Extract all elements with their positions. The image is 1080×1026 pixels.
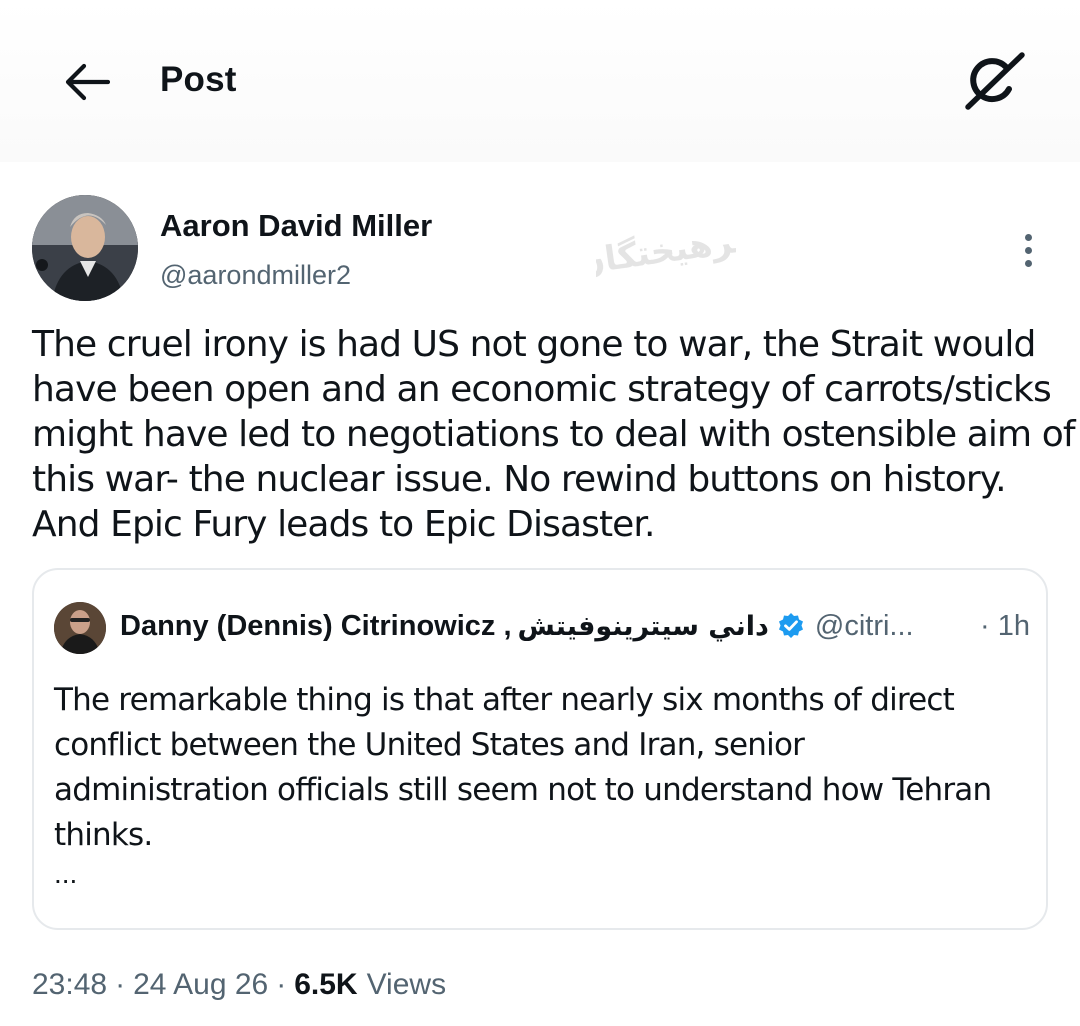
author-photo xyxy=(32,195,138,301)
author-avatar[interactable] xyxy=(32,195,138,301)
quote-timestamp[interactable]: · 1h xyxy=(980,610,1030,643)
tweet-text-line: might have led to negotiations to deal w… xyxy=(32,414,1076,455)
quote-author-photo xyxy=(54,602,106,654)
verified-badge-icon xyxy=(777,612,805,640)
top-bar: Post xyxy=(0,0,1080,162)
quote-text-line: conflict between the United States and I… xyxy=(54,727,805,763)
author-name[interactable]: Aaron David Miller xyxy=(160,208,432,244)
quote-text: The remarkable thing is that after nearl… xyxy=(54,678,1034,858)
tweet-text-line: The cruel irony is had US not gone to wa… xyxy=(32,324,1036,365)
more-options-button[interactable] xyxy=(1006,222,1050,278)
grok-icon xyxy=(965,52,1025,110)
meta-separator: · xyxy=(276,968,287,1001)
tweet-text-line: have been open and an economic strategy … xyxy=(32,369,1052,410)
meta-separator: · xyxy=(115,968,126,1001)
tweet-text-line: this war- the nuclear issue. No rewind b… xyxy=(32,459,1007,500)
svg-text:فرهیختگان: فرهیختگان xyxy=(596,219,736,284)
quote-header: Danny (Dennis) Citrinowicz , داني سيترين… xyxy=(120,606,1030,646)
quote-author-name-arabic[interactable]: داني سيترينوفيتش xyxy=(518,611,769,642)
watermark-logo: فرهیختگان xyxy=(596,219,736,284)
grok-button[interactable] xyxy=(958,48,1030,114)
quote-author-name[interactable]: Danny (Dennis) Citrinowicz , xyxy=(120,610,512,643)
views-count[interactable]: 6.5K xyxy=(294,968,357,1002)
back-button[interactable] xyxy=(56,56,116,108)
tweet-text-line: And Epic Fury leads to Epic Disaster. xyxy=(32,504,655,545)
quote-author-avatar[interactable] xyxy=(54,602,106,654)
more-vertical-icon xyxy=(1024,233,1032,241)
views-label: Views xyxy=(366,968,447,1001)
quoted-post-card[interactable]: Danny (Dennis) Citrinowicz , داني سيترين… xyxy=(32,568,1048,930)
quote-ellipsis: ... xyxy=(54,858,78,889)
tweet-text: The cruel irony is had US not gone to wa… xyxy=(32,322,1076,547)
quote-text-line: The remarkable thing is that after nearl… xyxy=(54,682,955,718)
quote-text-line: thinks. xyxy=(54,817,153,853)
quote-author-handle[interactable]: @citri... xyxy=(815,610,914,643)
author-handle[interactable]: @aarondmiller2 xyxy=(160,260,351,291)
quote-text-line: administration officials still seem not … xyxy=(54,772,992,808)
post-page: Post Aaron David Miller @aarondmiller2 ف… xyxy=(0,0,1080,1026)
post-time[interactable]: 23:48 xyxy=(32,968,107,1002)
arrow-left-icon xyxy=(65,63,110,101)
post-date[interactable]: 24 Aug 26 xyxy=(133,968,268,1002)
post-meta: 23:48 · 24 Aug 26 · 6.5K Views xyxy=(32,963,446,1007)
page-title: Post xyxy=(160,60,237,99)
